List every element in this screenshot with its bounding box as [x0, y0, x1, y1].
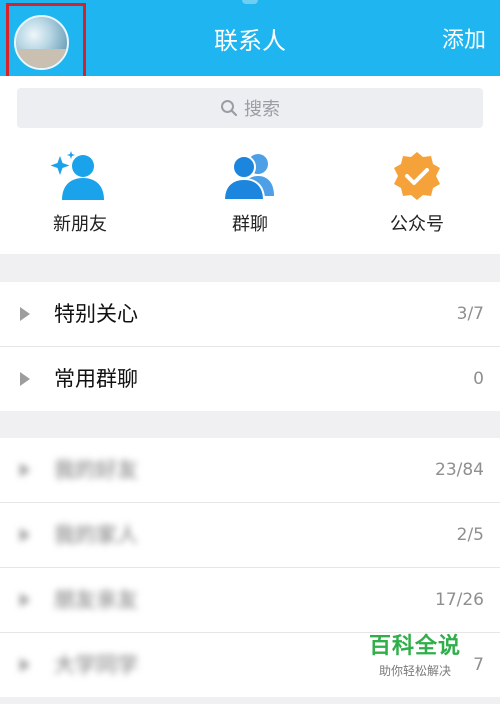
search-inner: 搜索: [17, 88, 483, 128]
group-count: 2/5: [456, 525, 484, 545]
group-count: 17/26: [435, 590, 484, 610]
list-item[interactable]: 我的好友 23/84: [0, 438, 500, 503]
list-item[interactable]: 特别关心 3/7: [0, 282, 500, 347]
search-placeholder: 搜索: [244, 99, 280, 120]
list-item[interactable]: 我的家人 2/5: [0, 503, 500, 568]
pinned-groups-list: 特别关心 3/7 常用群聊 0: [0, 282, 500, 411]
add-button[interactable]: 添加: [442, 0, 486, 76]
official-account-button[interactable]: 公众号: [357, 150, 477, 236]
new-friend-label: 新朋友: [53, 214, 107, 235]
page-title: 联系人: [214, 27, 286, 55]
search-and-shortcuts-panel: 搜索 新朋友 群聊 公众号: [0, 76, 500, 254]
search-icon: [221, 100, 238, 117]
group-count: 23/84: [435, 460, 484, 480]
group-chat-button[interactable]: 群聊: [190, 150, 310, 236]
official-account-icon: [387, 150, 447, 202]
group-name: 常用群聊: [54, 367, 138, 391]
expand-arrow-icon[interactable]: [20, 658, 30, 672]
watermark-title: 百科全说: [368, 634, 461, 659]
expand-arrow-icon[interactable]: [20, 372, 30, 386]
list-item[interactable]: 朋友亲友 17/26: [0, 568, 500, 633]
group-count: 0: [473, 369, 484, 389]
group-chat-label: 群聊: [232, 214, 268, 235]
official-account-label: 公众号: [390, 214, 444, 235]
top-bar: 联系人 添加: [0, 0, 500, 86]
group-name: 我的好友: [54, 458, 138, 482]
expand-arrow-icon[interactable]: [20, 463, 30, 477]
expand-arrow-icon[interactable]: [20, 593, 30, 607]
expand-arrow-icon[interactable]: [20, 528, 30, 542]
search-input[interactable]: 搜索: [17, 88, 483, 128]
group-chat-icon: [220, 150, 280, 202]
watermark-subtitle: 助你轻松解决: [378, 664, 451, 678]
watermark-logo: 百科全说 助你轻松解决: [360, 628, 470, 679]
group-name: 朋友亲友: [54, 588, 138, 612]
new-friend-button[interactable]: 新朋友: [20, 150, 140, 236]
group-name: 特别关心: [54, 302, 138, 326]
group-count: 3/7: [456, 304, 484, 324]
expand-arrow-icon[interactable]: [20, 307, 30, 321]
list-item[interactable]: 常用群聊 0: [0, 347, 500, 411]
new-friend-icon: [50, 150, 110, 202]
group-count: 7: [473, 655, 484, 675]
group-name: 我的家人: [54, 523, 138, 547]
group-name: 大学同学: [54, 653, 138, 677]
